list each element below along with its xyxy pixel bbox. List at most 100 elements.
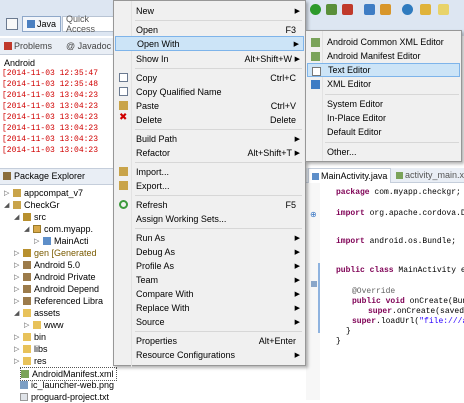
- open-with-submenu: Android Common XML Editor Android Manife…: [305, 30, 462, 162]
- android-xml-editor-icon: [311, 38, 320, 47]
- tree-item-src[interactable]: ◢ src: [14, 211, 46, 223]
- menu-item-export[interactable]: Export...: [115, 178, 304, 193]
- tree-item-bin[interactable]: ▷ bin: [14, 331, 46, 343]
- submenu-arrow-icon: ▶: [294, 55, 300, 63]
- expand-arrow-icon[interactable]: ▷: [14, 345, 20, 353]
- tree-item-res[interactable]: ▷ res: [14, 355, 47, 367]
- expand-arrow-icon[interactable]: ▷: [14, 285, 20, 293]
- submenu-item-xml-editor[interactable]: XML Editor: [307, 77, 460, 91]
- open-perspective-icon[interactable]: [6, 18, 18, 30]
- tree-item-android-depend[interactable]: ▷ Android Depend: [14, 283, 99, 295]
- menu-item-compare-with[interactable]: Compare With ▶: [115, 286, 304, 301]
- expand-arrow-icon[interactable]: ▷: [14, 249, 20, 257]
- menu-item-delete[interactable]: ✖ Delete Delete: [115, 112, 304, 127]
- submenu-arrow-icon: ▶: [294, 135, 300, 143]
- expand-arrow-icon[interactable]: ▷: [24, 321, 30, 329]
- submenu-arrow-icon: ▶: [294, 248, 300, 256]
- tree-item-label: www: [44, 320, 64, 330]
- menu-item-import[interactable]: Import...: [115, 164, 304, 179]
- search-icon[interactable]: [420, 4, 431, 15]
- code-editor[interactable]: ⊕ package com.myapp.checkgr; import org.…: [306, 183, 464, 400]
- tree-item-libs[interactable]: ▷ libs: [14, 343, 48, 355]
- menu-item-source[interactable]: Source ▶: [115, 314, 304, 329]
- submenu-item-android-common-xml-editor[interactable]: Android Common XML Editor: [307, 35, 460, 49]
- expand-arrow-icon[interactable]: ▷: [4, 189, 10, 197]
- submenu-item-android-manifest-editor[interactable]: Android Manifest Editor: [307, 49, 460, 63]
- menu-item-resource-configurations[interactable]: Resource Configurations ▶: [115, 347, 304, 362]
- tree-item-checkgr[interactable]: ◢ CheckGr: [4, 199, 60, 211]
- menu-item-build-path[interactable]: Build Path ▶: [115, 131, 304, 146]
- tree-item-referenced-libraries[interactable]: ▷ Referenced Libra: [14, 295, 103, 307]
- quick-access-input[interactable]: Quick Access: [62, 14, 114, 34]
- collapse-arrow-icon[interactable]: ◢: [14, 213, 20, 221]
- menu-item-run-as[interactable]: Run As ▶: [115, 230, 304, 245]
- run-icon[interactable]: [310, 4, 321, 15]
- menu-item-show-in[interactable]: Show In Alt+Shift+W ▶: [115, 51, 304, 66]
- tree-item-mainactivity[interactable]: ▷ MainActi: [34, 235, 89, 247]
- menu-item-replace-with[interactable]: Replace With ▶: [115, 300, 304, 315]
- submenu-item-system-editor[interactable]: System Editor: [307, 97, 460, 111]
- menu-item-team[interactable]: Team ▶: [115, 272, 304, 287]
- collapse-arrow-icon[interactable]: ◢: [14, 309, 20, 317]
- menu-item-properties[interactable]: Properties Alt+Enter: [115, 333, 304, 348]
- tab-javadoc-label: @ Javadoc: [66, 41, 112, 51]
- expand-arrow-icon[interactable]: ▷: [14, 261, 20, 269]
- package-explorer: Package Explorer ▷ appcompat_v7 ◢ CheckG…: [0, 168, 117, 403]
- menu-item-open[interactable]: Open F3: [115, 22, 304, 37]
- menu-item-profile-as[interactable]: Profile As ▶: [115, 258, 304, 273]
- stop-icon[interactable]: [342, 4, 353, 15]
- tree-item-gen[interactable]: ▷ gen [Generated: [14, 247, 97, 259]
- menu-item-copy[interactable]: Copy Ctrl+C: [115, 70, 304, 85]
- tab-activity-main[interactable]: activity_main.xml: [396, 170, 464, 180]
- tree-item-proguard[interactable]: proguard-project.txt: [20, 391, 109, 403]
- menu-item-label: Assign Working Sets...: [136, 213, 227, 224]
- menu-item-refactor[interactable]: Refactor Alt+Shift+T ▶: [115, 145, 304, 160]
- expand-arrow-icon[interactable]: ▷: [14, 297, 20, 305]
- new-class-icon[interactable]: [402, 4, 413, 15]
- tree-item-www[interactable]: ▷ www: [24, 319, 64, 331]
- menu-item-refresh[interactable]: Refresh F5: [115, 197, 304, 212]
- library-icon: [23, 285, 31, 293]
- tree-item-android-private[interactable]: ▷ Android Private: [14, 271, 96, 283]
- tab-mainactivity[interactable]: MainActivity.java: [308, 168, 392, 183]
- tree-item-package[interactable]: ◢ com.myapp.: [24, 223, 93, 235]
- expand-arrow-icon[interactable]: ▷: [34, 237, 40, 245]
- override-marker-icon: [311, 281, 317, 287]
- menu-separator: [135, 228, 302, 229]
- tree-item-appcompat[interactable]: ▷ appcompat_v7: [4, 187, 83, 199]
- menu-item-copy-qualified-name[interactable]: Copy Qualified Name: [115, 84, 304, 99]
- coverage-icon[interactable]: [364, 4, 375, 15]
- submenu-item-other[interactable]: Other...: [307, 145, 460, 159]
- menu-item-label: Team: [136, 274, 159, 285]
- package-explorer-tab[interactable]: Package Explorer: [0, 169, 117, 185]
- collapse-arrow-icon[interactable]: ◢: [4, 201, 10, 209]
- tab-javadoc[interactable]: @ Javadoc: [66, 41, 111, 51]
- tree-item-ic-launcher[interactable]: ic_launcher-web.png: [20, 379, 114, 391]
- submenu-item-default-editor[interactable]: Default Editor: [307, 125, 460, 139]
- menu-item-label: Properties: [136, 335, 178, 346]
- tree-item-label: MainActi: [54, 236, 89, 246]
- tree-item-android-50[interactable]: ▷ Android 5.0: [14, 259, 80, 271]
- expand-arrow-icon[interactable]: ▷: [14, 273, 20, 281]
- submenu-item-text-editor[interactable]: Text Editor: [307, 63, 460, 77]
- menu-item-open-with[interactable]: Open With ▶: [115, 36, 304, 51]
- java-file-icon: [312, 172, 319, 180]
- menu-item-new[interactable]: New ▶: [115, 3, 304, 18]
- console-line: [2014-11-03 12:35:47: [2, 69, 99, 78]
- expand-arrow-icon[interactable]: ▷: [14, 333, 20, 341]
- menu-item-assign-working-sets[interactable]: Assign Working Sets...: [115, 211, 304, 226]
- expand-arrow-icon[interactable]: ▷: [14, 357, 20, 365]
- java-perspective-button[interactable]: Java: [22, 16, 62, 32]
- submenu-item-in-place-editor[interactable]: In-Place Editor: [307, 111, 460, 125]
- menu-item-shortcut: Alt+Shift+T: [247, 147, 292, 158]
- menu-item-debug-as[interactable]: Debug As ▶: [115, 244, 304, 259]
- debug-icon[interactable]: [326, 4, 337, 15]
- annotation-icon[interactable]: [438, 4, 449, 15]
- collapse-arrow-icon[interactable]: ◢: [24, 225, 30, 233]
- console-line: [2014-11-03 13:04:23: [2, 146, 99, 155]
- tab-problems[interactable]: Problems: [4, 41, 52, 51]
- external-tools-icon[interactable]: [380, 4, 391, 15]
- menu-item-label: Import...: [136, 166, 170, 177]
- menu-item-paste[interactable]: Paste Ctrl+V: [115, 98, 304, 113]
- tree-item-assets[interactable]: ◢ assets: [14, 307, 60, 319]
